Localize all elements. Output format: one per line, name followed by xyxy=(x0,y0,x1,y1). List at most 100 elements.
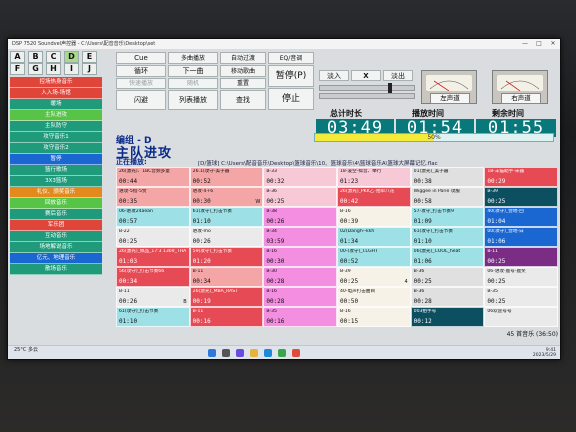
stop-button[interactable]: 停止 xyxy=(268,88,314,110)
auto-transition-button[interactable]: 自动过渡 xyxy=(220,52,266,64)
track-cell[interactable]: B-39 00:25 xyxy=(484,187,558,207)
group-item[interactable]: 场地解说音乐 xyxy=(10,242,102,253)
track-cell[interactable]: 02(Dangh--kkh 01:34 xyxy=(337,227,411,247)
random-button[interactable]: 随机 xyxy=(168,78,218,89)
volume-slider[interactable] xyxy=(319,93,415,99)
group-item[interactable]: 入入场-场馆 xyxy=(10,88,102,99)
track-cell[interactable]: 61(攻守)_打击节奏 01:10 xyxy=(116,307,190,327)
group-item[interactable]: 军乐团 xyxy=(10,220,102,231)
cue-button[interactable]: Cue xyxy=(116,52,166,64)
list-play-button[interactable]: 列表播放 xyxy=(168,90,218,110)
eq-button[interactable]: EQ/音调 xyxy=(268,52,314,64)
reset-button[interactable]: 重置 xyxy=(220,78,266,89)
group-item[interactable]: 控场热身音乐 xyxy=(10,77,102,88)
duck-button[interactable]: 闪避 xyxy=(116,90,166,110)
track-cell[interactable]: 003拍手号 00:12 xyxy=(410,307,485,327)
track-cell[interactable]: B-16 00:15 xyxy=(337,307,411,327)
track-cell[interactable]: 进攻-mo 00:26 xyxy=(189,227,264,247)
track-cell[interactable]: B-22 00:25 xyxy=(116,227,190,247)
track-cell[interactable]: B-39 00:25 4 xyxy=(337,267,411,287)
pause-button[interactable]: 暂停(P) xyxy=(268,65,314,87)
track-cell[interactable]: B-16 00:30 xyxy=(263,247,337,267)
track-cell[interactable]: 40(攻守)_营地-回 01:04 xyxy=(484,207,558,227)
track-cell[interactable]: 56(攻守)_打击节奏66 00:34 xyxy=(116,267,190,287)
letter-tab-g[interactable]: G xyxy=(28,63,43,75)
group-item[interactable]: 攻守音乐1 xyxy=(10,132,102,143)
track-cell[interactable]: B-16 00:28 xyxy=(263,287,337,307)
track-cell[interactable]: B-33 00:32 xyxy=(263,167,337,187)
quick-play-button[interactable]: 快速播放 xyxy=(116,78,166,89)
track-cell[interactable]: 26(激光)_MBA_RAST 00:19 xyxy=(189,287,264,307)
track-cell[interactable]: B-34 03:59 xyxy=(263,227,337,247)
multi-play-button[interactable]: 多曲播放 xyxy=(168,52,218,64)
fade-cancel-button[interactable]: X xyxy=(351,70,381,81)
minimize-icon[interactable]: — xyxy=(518,39,532,49)
group-item[interactable]: 赛后音乐 xyxy=(10,209,102,220)
track-cell[interactable]: B-16 00:39 xyxy=(337,207,411,227)
track-cell[interactable]: B-11 00:34 xyxy=(189,267,264,287)
app-icon[interactable] xyxy=(278,349,286,357)
track-cell[interactable]: 18-羊猫助手-宋器 00:29 xyxy=(484,167,558,187)
track-cell[interactable]: 00(攻守)_营地-白 01:06 xyxy=(484,227,558,247)
letter-tab-c[interactable]: C xyxy=(46,51,61,63)
track-cell[interactable]: 00-(攻守)_I.LGHT 00:52 xyxy=(337,247,411,267)
search-icon[interactable] xyxy=(222,349,230,357)
track-cell[interactable]: 26(激光)_PKK乙-拍单八花 00:42 xyxy=(337,187,411,207)
group-item[interactable]: 主队防守 xyxy=(10,121,102,132)
track-cell[interactable]: 26(激光)_佩品_17'3 1369_THAT_heat 01:03 xyxy=(116,247,190,267)
group-item[interactable]: 互动音乐 xyxy=(10,231,102,242)
weather-widget[interactable]: 25°C 多云 xyxy=(14,348,38,353)
letter-tab-b[interactable]: B xyxy=(28,51,43,63)
clock[interactable]: 9:41 2023/5/29 xyxy=(522,348,556,358)
track-cell[interactable]: 06欢迎号号 xyxy=(484,307,558,327)
close-icon[interactable]: ✕ xyxy=(546,39,560,49)
group-item[interactable]: 攻守音乐2 xyxy=(10,143,102,154)
start-icon[interactable] xyxy=(208,349,216,357)
track-cell[interactable]: 18-凌空-拟音、举行 01:23 xyxy=(337,167,411,187)
track-cell[interactable]: 40-电声打击曲目 00:50 xyxy=(337,287,411,307)
track-cell[interactable]: 26.1(攻守-美子器 00:52 xyxy=(189,167,264,187)
track-cell[interactable]: 26(激光)、1BC音频多量 00:44 xyxy=(116,167,190,187)
track-cell[interactable]: 06(激光)_COOL_heat 01:06 xyxy=(410,247,485,267)
track-cell[interactable]: B-30 00:28 xyxy=(263,267,337,287)
track-cell[interactable]: B-36 00:28 xyxy=(410,287,485,307)
track-cell[interactable]: 57-攻守_打击节奏9 01:09 xyxy=(410,207,485,227)
track-cell[interactable]: B-11 00:16 xyxy=(189,307,264,327)
maximize-icon[interactable]: □ xyxy=(532,39,546,49)
letter-tab-h[interactable]: H xyxy=(46,63,61,75)
group-item[interactable]: 暂停 xyxy=(10,154,102,165)
track-cell[interactable]: 进攻-5指-5赞 00:35 xyxy=(116,187,190,207)
group-item[interactable]: 篮行歌场 xyxy=(10,165,102,176)
track-cell[interactable]: B-38 00:26 xyxy=(263,207,337,227)
taskview-icon[interactable] xyxy=(236,349,244,357)
letter-tab-f[interactable]: F xyxy=(10,63,25,75)
letter-tab-a[interactable]: A xyxy=(10,51,25,63)
group-item[interactable]: 3X3篮场 xyxy=(10,176,102,187)
track-cell[interactable]: B-35 00:25 xyxy=(484,287,558,307)
group-item[interactable]: 亿元、地理音乐 xyxy=(10,253,102,264)
next-button[interactable]: 下一曲 xyxy=(168,65,218,77)
track-cell[interactable]: 61(攻守)_打击节奏 01:10 xyxy=(410,227,485,247)
player-icon[interactable] xyxy=(292,349,300,357)
find-button[interactable]: 查找 xyxy=(220,90,266,110)
track-cell[interactable]: B-36 00:25 xyxy=(410,267,485,287)
group-item[interactable]: 散场音乐 xyxy=(10,264,102,275)
fade-slider-handle[interactable] xyxy=(388,83,392,93)
track-cell[interactable]: B-36 00:25 xyxy=(263,187,337,207)
letter-tab-i[interactable]: I xyxy=(64,63,79,75)
track-cell[interactable]: B-11 00:25 xyxy=(484,247,558,267)
track-cell[interactable]: B-11 00:26 B xyxy=(116,287,190,307)
track-cell[interactable]: 06-进攻-鹿号-鹿奖 00:25 xyxy=(484,267,558,287)
track-cell[interactable]: 06-进攻24aean 00:57 xyxy=(116,207,190,227)
group-item[interactable]: 回放音乐 xyxy=(10,198,102,209)
loop-button[interactable]: 循环 xyxy=(116,65,166,77)
explorer-icon[interactable] xyxy=(250,349,258,357)
fade-out-button[interactable]: 淡出 xyxy=(383,70,413,81)
group-item[interactable]: 主队进攻 xyxy=(10,110,102,121)
letter-tab-d[interactable]: D xyxy=(64,51,79,63)
fade-in-button[interactable]: 淡入 xyxy=(319,70,349,81)
track-cell[interactable]: 61(攻守)_打击节奏 01:10 xyxy=(189,207,264,227)
group-item[interactable]: 礼仪、颁奖音乐 xyxy=(10,187,102,198)
track-cell[interactable]: 进攻-4+6 00:30 W xyxy=(189,187,264,207)
playback-progress[interactable]: 50% xyxy=(314,133,554,142)
